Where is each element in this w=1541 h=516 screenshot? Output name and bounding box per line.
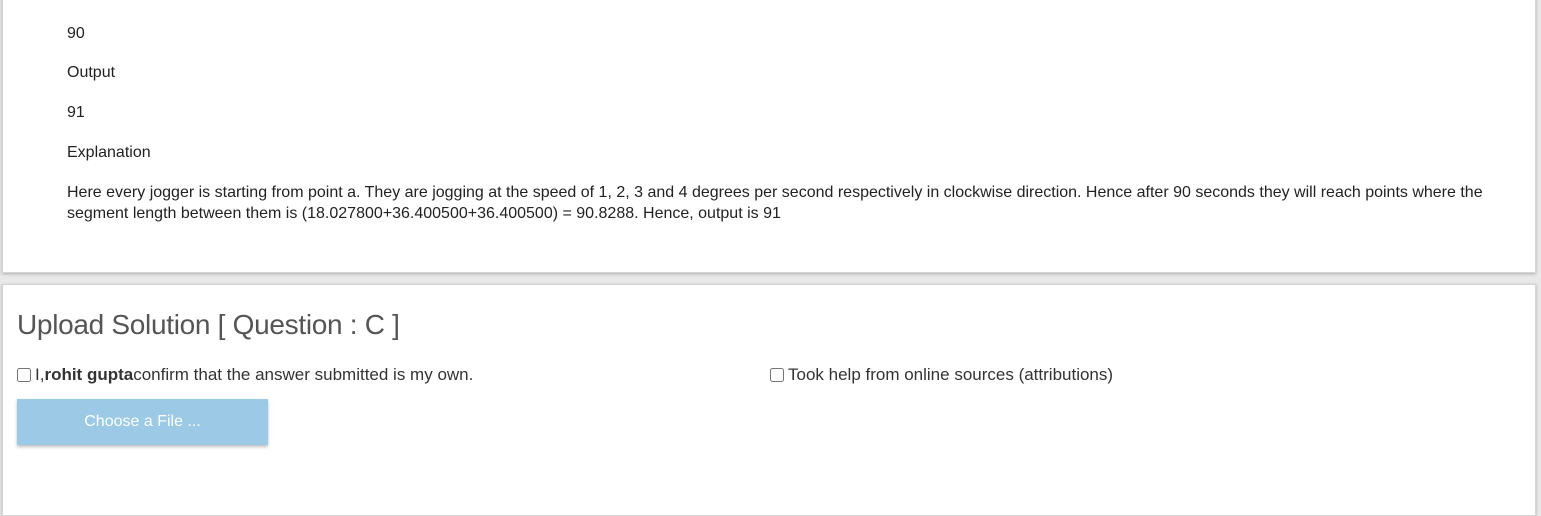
sample-input-value: 90 xyxy=(67,25,85,42)
sample-output-value: 91 xyxy=(67,104,85,121)
own-work-confirm[interactable]: I, rohit gupta confirm that the answer s… xyxy=(17,365,473,385)
confirm-prefix: I, xyxy=(35,365,45,384)
confirm-suffix: confirm that the answer submitted is my … xyxy=(133,365,474,384)
upload-panel: Upload Solution [ Question : C ] I, rohi… xyxy=(2,284,1536,516)
output-heading: Output xyxy=(67,64,116,81)
choose-file-button[interactable]: Choose a File ... xyxy=(17,399,268,445)
online-help-confirm[interactable]: Took help from online sources (attributi… xyxy=(770,365,1113,385)
online-help-checkbox[interactable] xyxy=(770,368,784,382)
user-name: rohit gupta xyxy=(44,365,134,384)
online-help-label: Took help from online sources (attributi… xyxy=(788,365,1114,384)
explanation-text: Here every jogger is starting from point… xyxy=(67,184,1483,222)
own-work-checkbox[interactable] xyxy=(17,368,31,382)
explanation-heading: Explanation xyxy=(67,144,151,161)
problem-panel: 90 Output 91 Explanation Here every jogg… xyxy=(2,0,1536,273)
upload-title: Upload Solution [ Question : C ] xyxy=(17,309,400,340)
